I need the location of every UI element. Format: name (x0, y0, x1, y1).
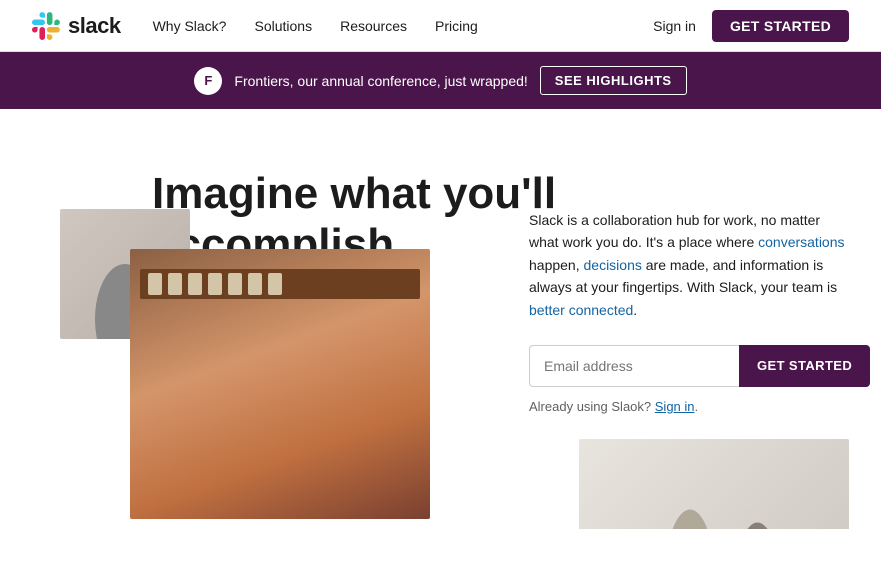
nav-item-pricing[interactable]: Pricing (435, 18, 478, 34)
nav-get-started-button[interactable]: GET STARTED (712, 10, 849, 42)
nav-item-resources[interactable]: Resources (340, 18, 407, 34)
desc-between-decisions: happen, (529, 257, 584, 273)
bottom-right-person2 (728, 489, 788, 529)
slack-wordmark: slack (68, 13, 121, 39)
bottom-right-person1 (660, 469, 720, 529)
slack-logo-icon (32, 12, 60, 40)
banner-cta-button[interactable]: SEE HIGHLIGHTS (540, 66, 687, 95)
email-input[interactable] (529, 345, 739, 387)
desc-conversations-link[interactable]: conversations (758, 234, 844, 250)
hero-image-bottom-right-bg (579, 439, 849, 529)
nav-links: Why Slack? Solutions Resources Pricing (153, 18, 654, 34)
hero-sign-in-link[interactable]: Sign in (655, 399, 695, 414)
desc-end: . (633, 302, 637, 318)
hero-right-panel: Slack is a collaboration hub for work, n… (529, 209, 849, 414)
navbar: slack Why Slack? Solutions Resources Pri… (0, 0, 881, 52)
announcement-banner: F Frontiers, our annual conference, just… (0, 52, 881, 109)
hero-image-main-bg (130, 249, 430, 519)
sign-in-link[interactable]: Sign in (653, 18, 696, 34)
desc-decisions-link[interactable]: decisions (584, 257, 642, 273)
shelf-decoration (140, 269, 420, 299)
nav-actions: Sign in GET STARTED (653, 10, 849, 42)
hero-image-bottom-right (579, 439, 849, 529)
already-using-text: Already using Slaok? Sign in. (529, 399, 849, 414)
hero-description: Slack is a collaboration hub for work, n… (529, 209, 849, 321)
already-using-period: . (695, 399, 699, 414)
logo[interactable]: slack (32, 12, 121, 40)
nav-item-why-slack[interactable]: Why Slack? (153, 18, 227, 34)
hero-get-started-button[interactable]: GET STARTED (739, 345, 870, 387)
already-using-label: Already using Slaok? (529, 399, 651, 414)
nav-item-solutions[interactable]: Solutions (254, 18, 312, 34)
hero-image-main (130, 249, 430, 519)
hero-signup-form: GET STARTED (529, 345, 849, 387)
banner-text: Frontiers, our annual conference, just w… (234, 73, 527, 89)
banner-icon: F (194, 67, 222, 95)
desc-better-connected-link[interactable]: better connected (529, 302, 633, 318)
hero-section: Imagine what you'll accomplish together (0, 109, 881, 529)
